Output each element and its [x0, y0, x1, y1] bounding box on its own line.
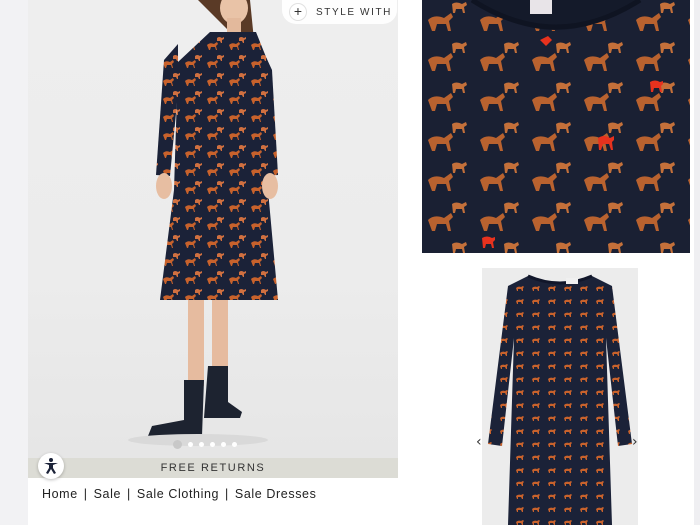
flat-lay-product-image[interactable] [482, 268, 638, 525]
dress-flat-lay-image [488, 274, 632, 525]
free-returns-label: FREE RETURNS [160, 462, 266, 474]
breadcrumb-separator: | [127, 487, 131, 501]
main-product-image[interactable] [28, 0, 398, 458]
accessibility-figure-icon [44, 458, 58, 474]
page-margin-left [0, 0, 28, 525]
breadcrumb: Home | Sale | Sale Clothing | Sale Dress… [42, 487, 316, 501]
style-with-button[interactable]: + STYLE WITH [282, 0, 397, 24]
dog-print-closeup-image [422, 0, 690, 253]
carousel-dot[interactable] [199, 442, 204, 447]
style-with-label: STYLE WITH [316, 6, 393, 18]
carousel-dot[interactable] [221, 442, 226, 447]
carousel-prev-arrow[interactable]: ‹ [476, 434, 482, 450]
carousel-dot[interactable] [232, 442, 237, 447]
carousel-dot[interactable] [210, 442, 215, 447]
carousel-next-arrow[interactable]: › [632, 434, 638, 450]
carousel-dot[interactable] [173, 440, 182, 449]
breadcrumb-separator: | [83, 487, 88, 501]
breadcrumb-sale-clothing[interactable]: Sale Clothing [137, 487, 219, 501]
breadcrumb-separator: | [225, 487, 229, 501]
breadcrumb-home[interactable]: Home [42, 487, 78, 501]
breadcrumb-sale[interactable]: Sale [94, 487, 121, 501]
free-returns-banner: FREE RETURNS [28, 458, 398, 478]
plus-icon: + [290, 4, 306, 20]
page-margin-right [694, 0, 700, 525]
model-wearing-dress-image [128, 0, 278, 446]
product-gallery-page: + STYLE WITH FREE RETURNS Home | Sale | … [0, 0, 700, 525]
carousel-pagination [173, 440, 237, 449]
fabric-detail-image[interactable] [422, 0, 690, 253]
carousel-dot[interactable] [188, 442, 193, 447]
accessibility-icon[interactable] [38, 453, 64, 479]
breadcrumb-sale-dresses[interactable]: Sale Dresses [235, 487, 317, 501]
